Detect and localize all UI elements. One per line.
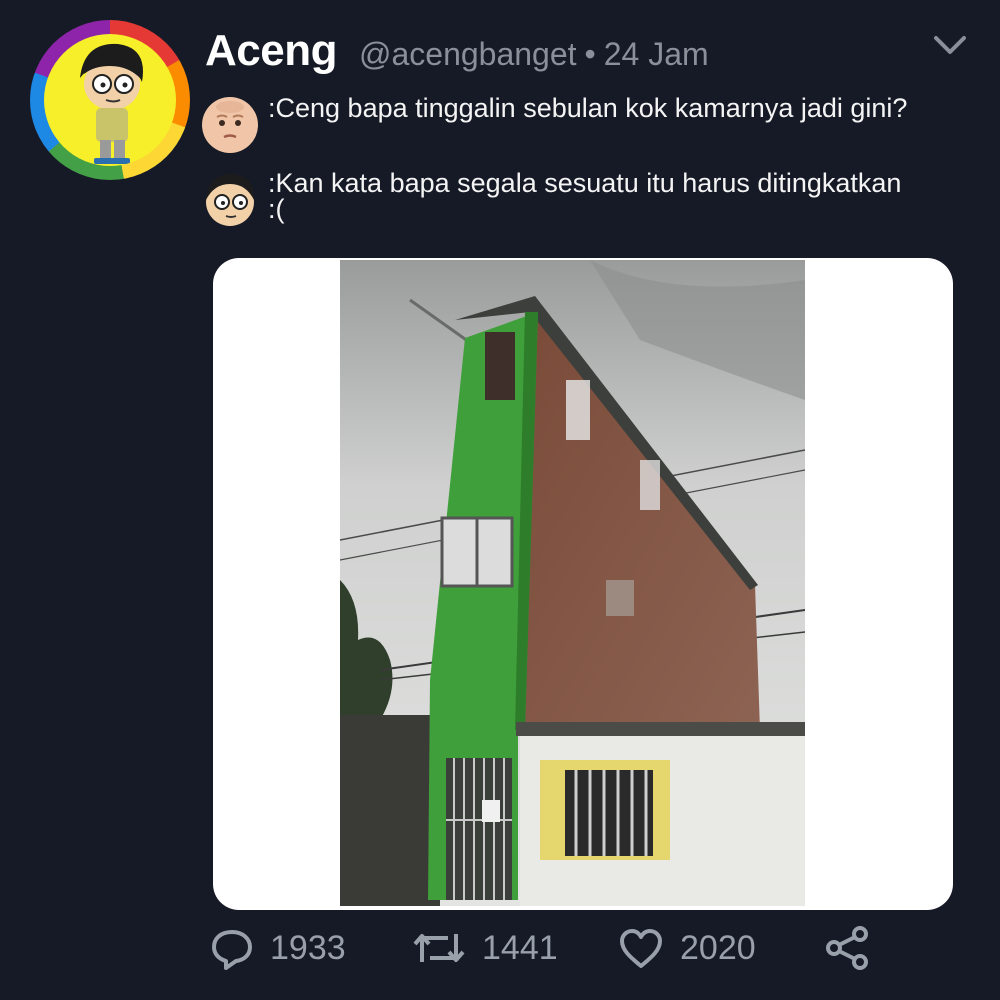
dialogue-line-1: :Ceng bapa tinggalin sebulan kok kamarny… xyxy=(200,95,908,155)
cartoon-boy-face-icon xyxy=(200,170,260,230)
tweet-header: Aceng @acengbanget • 24 Jam xyxy=(205,26,709,76)
profile-avatar[interactable] xyxy=(30,20,190,180)
user-handle[interactable]: @acengbanget xyxy=(359,36,577,72)
tweet-action-bar: 1933 1441 2020 xyxy=(0,918,1000,978)
retweet-count: 1441 xyxy=(482,928,558,967)
retweet-icon xyxy=(413,934,465,962)
tweet-meta: @acengbanget • 24 Jam xyxy=(359,36,709,73)
chevron-down-icon[interactable] xyxy=(932,32,968,58)
share-icon xyxy=(826,926,868,970)
meta-separator: • xyxy=(584,36,596,72)
tweet-time[interactable]: 24 Jam xyxy=(604,36,709,72)
like-count: 2020 xyxy=(680,928,756,967)
tweet-media-card[interactable] xyxy=(213,258,953,910)
like-button[interactable]: 2020 xyxy=(618,918,756,978)
share-button[interactable] xyxy=(824,918,870,978)
dialogue-line-2: :Kan kata bapa segala sesuatu itu harus … xyxy=(200,170,908,230)
avatar-cartoon-image xyxy=(44,34,176,166)
dialogue-text-1: :Ceng bapa tinggalin sebulan kok kamarny… xyxy=(268,93,908,123)
reply-icon xyxy=(212,930,252,970)
reply-count: 1933 xyxy=(270,928,346,967)
heart-icon xyxy=(620,929,662,968)
reply-button[interactable]: 1933 xyxy=(210,918,346,978)
retweet-button[interactable]: 1441 xyxy=(412,918,558,978)
baby-face-icon xyxy=(200,95,260,155)
dialogue-text-2: :Kan kata bapa segala sesuatu itu harus … xyxy=(268,168,902,224)
display-name[interactable]: Aceng xyxy=(205,26,337,76)
tall-green-building-photo[interactable] xyxy=(339,260,806,906)
